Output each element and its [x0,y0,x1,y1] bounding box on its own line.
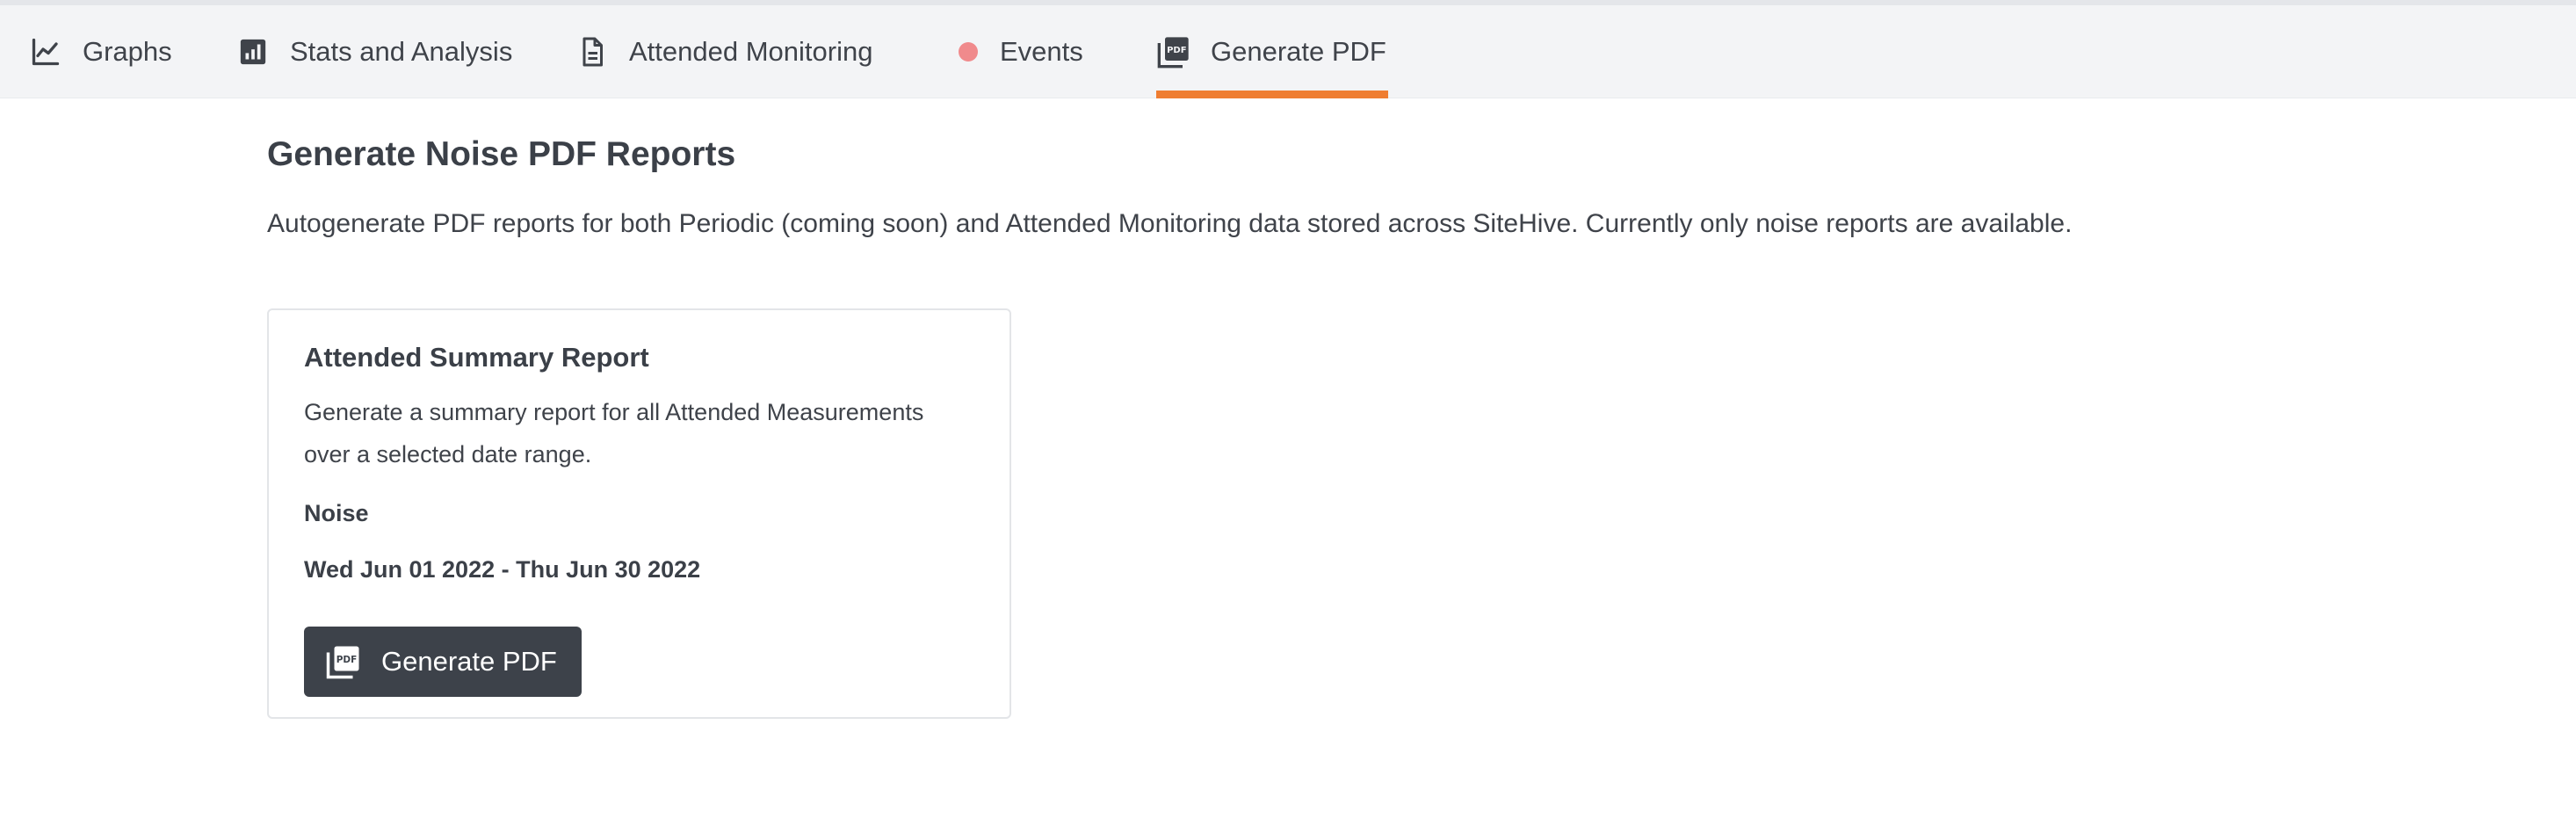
tab-graphs[interactable]: Graphs [28,5,172,98]
tab-attended-monitoring[interactable]: Attended Monitoring [575,5,872,98]
page-description: Autogenerate PDF reports for both Period… [267,209,2073,238]
tab-label-generate-pdf: Generate PDF [1211,36,1386,67]
tab-label-events: Events [1000,36,1083,67]
bar-chart-icon [235,34,271,69]
tab-bar: Graphs Stats and Analysis Attended Monit… [0,5,2576,98]
pdf-icon: PDF [1156,34,1191,69]
generate-pdf-button-label: Generate PDF [381,646,557,677]
report-type-label: Noise [304,500,369,526]
card-description: Generate a summary report for all Attend… [304,399,924,467]
card-title: Attended Summary Report [304,342,649,373]
tab-stats-and-analysis[interactable]: Stats and Analysis [235,5,512,98]
tab-generate-pdf[interactable]: PDF Generate PDF [1156,5,1388,98]
tab-events[interactable]: Events [956,5,1083,98]
attended-summary-report-card: Attended Summary Report Generate a summa… [267,308,1011,719]
document-icon [575,34,610,69]
date-range-label: Wed Jun 01 2022 - Thu Jun 30 2022 [304,556,701,583]
status-dot-icon [956,34,980,69]
svg-text:PDF: PDF [1167,46,1186,55]
tab-label-graphs: Graphs [83,36,172,67]
generate-pdf-button[interactable]: PDF Generate PDF [304,627,582,697]
line-chart-icon [28,34,63,69]
tab-label-stats: Stats and Analysis [290,36,513,67]
svg-text:PDF: PDF [336,655,358,665]
tab-label-attended: Attended Monitoring [629,36,873,67]
page-title: Generate Noise PDF Reports [267,135,736,173]
pdf-icon: PDF [325,643,362,680]
